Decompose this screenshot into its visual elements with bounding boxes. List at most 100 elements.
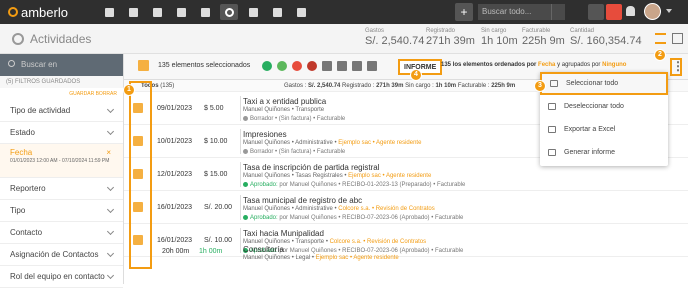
table-row[interactable]: 16/01/2023 S/. 20.00 Tasa municipal de r… bbox=[124, 191, 688, 224]
chevron-down-icon bbox=[106, 249, 115, 258]
row-status: Borrador • (Sin factura) • Facturable bbox=[243, 116, 345, 122]
search-icon bbox=[8, 60, 15, 67]
copy-icon[interactable] bbox=[337, 61, 347, 71]
stat-registrado: Registrado 271h 39m bbox=[426, 28, 475, 47]
row-checkbox[interactable] bbox=[133, 103, 143, 113]
mail-icon[interactable] bbox=[292, 4, 310, 20]
filter-contact[interactable]: Contacto bbox=[0, 222, 123, 244]
stat-cantidad: Cantidad S/. 160,354.74 bbox=[570, 28, 642, 47]
top-navbar: amberlo + Buscar todo... bbox=[0, 0, 688, 24]
bank-icon[interactable] bbox=[172, 4, 190, 20]
row-meta: Manuel Quiñones • Tasas Registrales • Ej… bbox=[243, 173, 432, 179]
bulk-actions bbox=[262, 61, 377, 71]
global-search-input[interactable]: Buscar todo... bbox=[478, 4, 551, 20]
row-meta: Manuel Quiñones • Administrative • Colco… bbox=[243, 206, 435, 212]
filter-sidebar: Buscar en (5) FILTROS GUARDADOS GUARDAR … bbox=[0, 54, 124, 288]
chevron-down-icon bbox=[106, 127, 115, 136]
row-checkbox[interactable] bbox=[133, 202, 143, 212]
step-badge-1: 1 bbox=[123, 84, 135, 96]
nav-icons bbox=[100, 4, 310, 20]
timer-icon[interactable] bbox=[606, 4, 622, 20]
row-meta: Manuel Quiñones • Administrative • Ejemp… bbox=[243, 140, 422, 146]
grid-view-icon[interactable] bbox=[672, 33, 683, 44]
list-view-icon[interactable] bbox=[655, 33, 666, 44]
select-all-checkbox[interactable] bbox=[138, 60, 149, 71]
clear-filter-link[interactable]: BORRAR bbox=[96, 91, 117, 97]
group-field-select[interactable]: Ninguno bbox=[602, 62, 626, 68]
stat-gastos: Gastos S/. 2,540.74 bbox=[365, 28, 425, 47]
duplicate-icon[interactable] bbox=[352, 61, 362, 71]
reject-icon[interactable] bbox=[292, 61, 302, 71]
file-icon[interactable] bbox=[268, 4, 286, 20]
more-options-menu: Seleccionar todo Deseleccionar todo Expo… bbox=[540, 72, 668, 166]
selected-count: 135 elementos seleccionados bbox=[158, 62, 251, 69]
more-options-button[interactable]: ⋮ bbox=[670, 58, 684, 76]
menu-select-all[interactable]: Seleccionar todo bbox=[540, 72, 668, 95]
sort-group-info: 135 los elementos ordenados por Fecha y … bbox=[441, 62, 627, 68]
uncheck-all-icon bbox=[548, 103, 556, 110]
search-icon[interactable] bbox=[551, 4, 565, 20]
filter-links: GUARDAR BORRAR bbox=[0, 88, 123, 100]
bell-icon[interactable] bbox=[626, 6, 635, 16]
chevron-down-icon bbox=[106, 271, 115, 280]
chevron-down-icon bbox=[106, 105, 115, 114]
time-logged: 20h 00m bbox=[162, 248, 190, 255]
step-badge-4: 4 bbox=[410, 69, 422, 81]
calendar-icon[interactable] bbox=[196, 4, 214, 20]
chevron-down-icon bbox=[106, 227, 115, 236]
row-checkbox[interactable] bbox=[133, 169, 143, 179]
folder-icon[interactable] bbox=[244, 4, 262, 20]
row-title[interactable]: Consultoría bbox=[243, 245, 284, 254]
chevron-down-icon bbox=[106, 183, 115, 192]
chevron-down-icon bbox=[106, 205, 115, 214]
row-status: Aprobado: por Manuel Quiñones • RECIBO-0… bbox=[243, 182, 465, 188]
stat-sin-cargo: Sin cargo 1h 10m bbox=[481, 28, 518, 47]
table-row[interactable]: 20h 00m 1h 00m Consultoría Manuel Quiñon… bbox=[124, 242, 688, 284]
saved-filters[interactable]: (5) FILTROS GUARDADOS bbox=[0, 76, 123, 88]
activities-icon bbox=[12, 33, 24, 45]
menu-deselect-all[interactable]: Deseleccionar todo bbox=[540, 95, 668, 118]
filter-team-role[interactable]: Rol del equipo en contacto bbox=[0, 266, 123, 288]
document-icon[interactable] bbox=[148, 4, 166, 20]
approve-icon[interactable] bbox=[262, 61, 272, 71]
save-filter-link[interactable]: GUARDAR bbox=[69, 91, 94, 97]
check-all-icon bbox=[550, 80, 558, 87]
close-icon[interactable]: × bbox=[106, 148, 111, 157]
page-header: Actividades Gastos S/. 2,540.74 Registrad… bbox=[0, 24, 688, 54]
download-icon bbox=[548, 126, 556, 133]
logo-icon bbox=[8, 7, 18, 17]
play-icon[interactable] bbox=[588, 4, 604, 20]
filter-type[interactable]: Tipo bbox=[0, 200, 123, 222]
filter-date[interactable]: Fecha 01/01/2023 12:00 AM - 07/10/2024 11… bbox=[0, 144, 123, 178]
avatar[interactable] bbox=[644, 3, 661, 20]
menu-export-excel[interactable]: Exportar a Excel bbox=[540, 118, 668, 141]
row-status: Borrador • (Sin factura) • Facturable bbox=[243, 149, 345, 155]
row-meta: Manuel Quiñones • Transporte bbox=[243, 107, 325, 113]
sort-field-select[interactable]: Fecha bbox=[538, 62, 555, 68]
filter-contact-assignment[interactable]: Asignación de Contactos bbox=[0, 244, 123, 266]
activities-icon[interactable] bbox=[220, 4, 238, 20]
sidebar-search-input[interactable]: Buscar en bbox=[0, 54, 123, 76]
report-icon bbox=[548, 149, 556, 156]
row-status: Aprobado: por Manuel Quiñones • RECIBO-0… bbox=[243, 215, 463, 221]
trash-icon[interactable] bbox=[367, 61, 377, 71]
step-badge-2: 2 bbox=[654, 49, 666, 61]
edit-icon[interactable] bbox=[322, 61, 332, 71]
dashboard-icon[interactable] bbox=[100, 4, 118, 20]
briefcase-icon[interactable] bbox=[124, 4, 142, 20]
summary-totals: Gastos : S/. 2,540.74 Registrado : 271h … bbox=[284, 83, 516, 89]
stat-facturable: Facturable 225h 9m bbox=[522, 28, 565, 47]
approve-all-icon[interactable] bbox=[277, 61, 287, 71]
unbill-icon[interactable] bbox=[307, 61, 317, 71]
chevron-down-icon[interactable] bbox=[666, 9, 672, 13]
menu-generate-report[interactable]: Generar informe bbox=[540, 141, 668, 164]
time-billable: 1h 00m bbox=[199, 248, 223, 255]
row-meta: Manuel Quiñones • Legal • Ejemplo sac • … bbox=[243, 255, 399, 261]
filter-activity-type[interactable]: Tipo de actividad bbox=[0, 100, 123, 122]
filter-status[interactable]: Estado bbox=[0, 122, 123, 144]
all-group-label: Todos (135) bbox=[141, 83, 175, 89]
page-title: Actividades bbox=[12, 32, 91, 46]
add-button[interactable]: + bbox=[455, 3, 473, 21]
row-checkbox[interactable] bbox=[133, 136, 143, 146]
filter-reporter[interactable]: Reportero bbox=[0, 178, 123, 200]
